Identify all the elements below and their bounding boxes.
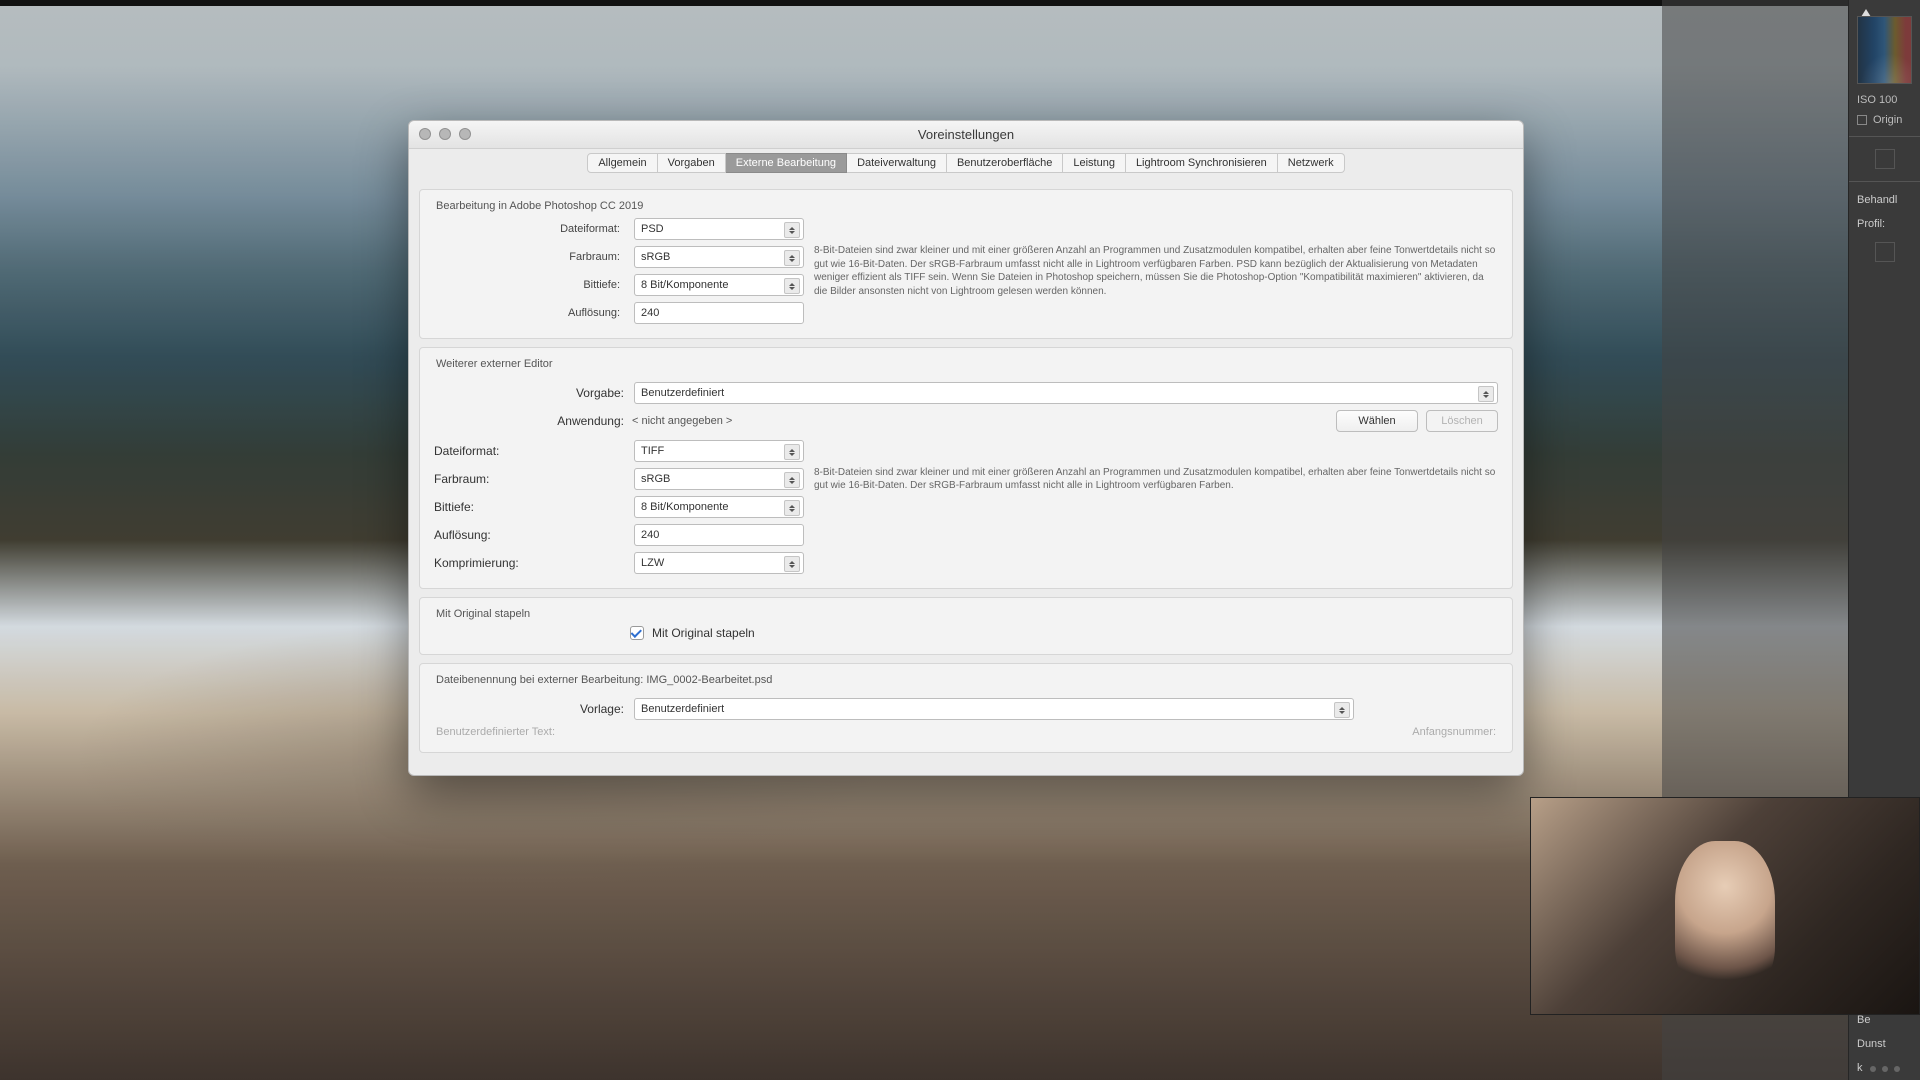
group-photoshop-edit: Bearbeitung in Adobe Photoshop CC 2019 D… — [419, 189, 1513, 339]
chevron-updown-icon — [1334, 702, 1350, 718]
application-value: < nicht angegeben > — [632, 415, 1328, 427]
clear-button: Löschen — [1426, 410, 1498, 432]
select-komprimierung[interactable]: LZW — [634, 552, 804, 574]
label-dateiformat-2: Dateiformat: — [434, 444, 624, 458]
panel-scroll-dots — [1849, 1066, 1920, 1072]
select-bittiefe-2[interactable]: 8 Bit/Komponente — [634, 496, 804, 518]
titlebar: Voreinstellungen — [409, 121, 1523, 149]
label-anwendung: Anwendung: — [434, 414, 624, 428]
eyedropper-icon[interactable] — [1875, 242, 1895, 262]
info-text: 8-Bit-Dateien sind zwar kleiner und mit … — [814, 244, 1498, 298]
label-aufloesung-2: Auflösung: — [434, 528, 624, 542]
preferences-dialog: Voreinstellungen AllgemeinVorgabenExtern… — [408, 120, 1524, 776]
minimize-icon[interactable] — [439, 128, 451, 140]
window-controls — [419, 128, 471, 140]
video-black-bar — [0, 0, 1920, 6]
group-stack-original: Mit Original stapeln Mit Original stapel… — [419, 597, 1513, 655]
separator — [1849, 181, 1920, 182]
chevron-updown-icon — [784, 556, 800, 572]
select-dateiformat[interactable]: PSD — [634, 218, 804, 240]
group-title: Bearbeitung in Adobe Photoshop CC 2019 — [434, 200, 1498, 218]
chevron-updown-icon — [1478, 386, 1494, 402]
info-text-2: 8-Bit-Dateien sind zwar kleiner und mit … — [814, 466, 1498, 493]
label-farbraum: Farbraum: — [434, 251, 624, 263]
label-komprimierung: Komprimierung: — [434, 556, 624, 570]
tab-netzwerk[interactable]: Netzwerk — [1278, 153, 1345, 173]
group-title: Mit Original stapeln — [434, 608, 1498, 626]
tab-vorgaben[interactable]: Vorgaben — [658, 153, 726, 173]
checkbox-icon — [1857, 115, 1867, 125]
treatment-label: Behandl — [1849, 188, 1920, 212]
label-vorgabe: Vorgabe: — [434, 386, 624, 400]
tab-lightroom-synchronisieren[interactable]: Lightroom Synchronisieren — [1126, 153, 1278, 173]
label-start-number: Anfangsnummer: — [1412, 726, 1496, 738]
select-farbraum-2[interactable]: sRGB — [634, 468, 804, 490]
label-custom-text: Benutzerdefinierter Text: — [436, 726, 555, 738]
dehaze-label: Dunst — [1849, 1032, 1920, 1056]
select-dateiformat-2[interactable]: TIFF — [634, 440, 804, 462]
stack-original-label: Mit Original stapeln — [652, 626, 755, 640]
tab-allgemein[interactable]: Allgemein — [587, 153, 657, 173]
label-bittiefe: Bittiefe: — [434, 279, 624, 291]
tab-externe-bearbeitung[interactable]: Externe Bearbeitung — [726, 153, 847, 173]
label-bittiefe-2: Bittiefe: — [434, 500, 624, 514]
select-vorlage[interactable]: Benutzerdefiniert — [634, 698, 1354, 720]
profile-label: Profil: — [1849, 212, 1920, 236]
chevron-updown-icon — [784, 250, 800, 266]
label-dateiformat: Dateiformat: — [434, 223, 624, 235]
tab-bar: AllgemeinVorgabenExterne BearbeitungDate… — [409, 149, 1523, 173]
dialog-title: Voreinstellungen — [918, 127, 1014, 142]
zoom-icon[interactable] — [459, 128, 471, 140]
input-aufloesung[interactable]: 240 — [634, 302, 804, 324]
webcam-overlay — [1530, 797, 1920, 1015]
group-file-naming: Dateibenennung bei externer Bearbeitung:… — [419, 663, 1513, 753]
tab-leistung[interactable]: Leistung — [1063, 153, 1126, 173]
original-checkbox-row[interactable]: Origin — [1849, 110, 1920, 130]
chevron-updown-icon — [784, 222, 800, 238]
select-bittiefe[interactable]: 8 Bit/Komponente — [634, 274, 804, 296]
tab-dateiverwaltung[interactable]: Dateiverwaltung — [847, 153, 947, 173]
chevron-updown-icon — [784, 472, 800, 488]
label-farbraum-2: Farbraum: — [434, 472, 624, 486]
select-vorgabe[interactable]: Benutzerdefiniert — [634, 382, 1498, 404]
label-vorlage: Vorlage: — [434, 702, 624, 716]
chevron-updown-icon — [784, 278, 800, 294]
group-title: Dateibenennung bei externer Bearbeitung:… — [434, 674, 1498, 692]
label-aufloesung: Auflösung: — [434, 307, 624, 319]
stack-original-checkbox[interactable] — [630, 626, 644, 640]
iso-readout: ISO 100 — [1849, 90, 1920, 110]
choose-button[interactable]: Wählen — [1336, 410, 1418, 432]
group-title: Weiterer externer Editor — [434, 358, 1498, 376]
close-icon[interactable] — [419, 128, 431, 140]
chevron-updown-icon — [784, 444, 800, 460]
group-external-editor: Weiterer externer Editor Vorgabe: Benutz… — [419, 347, 1513, 589]
histogram[interactable] — [1857, 16, 1912, 84]
chevron-updown-icon — [784, 500, 800, 516]
tab-benutzeroberfläche[interactable]: Benutzeroberfläche — [947, 153, 1063, 173]
separator — [1849, 136, 1920, 137]
select-farbraum[interactable]: sRGB — [634, 246, 804, 268]
crop-tool-icon[interactable] — [1875, 149, 1895, 169]
input-aufloesung-2[interactable]: 240 — [634, 524, 804, 546]
